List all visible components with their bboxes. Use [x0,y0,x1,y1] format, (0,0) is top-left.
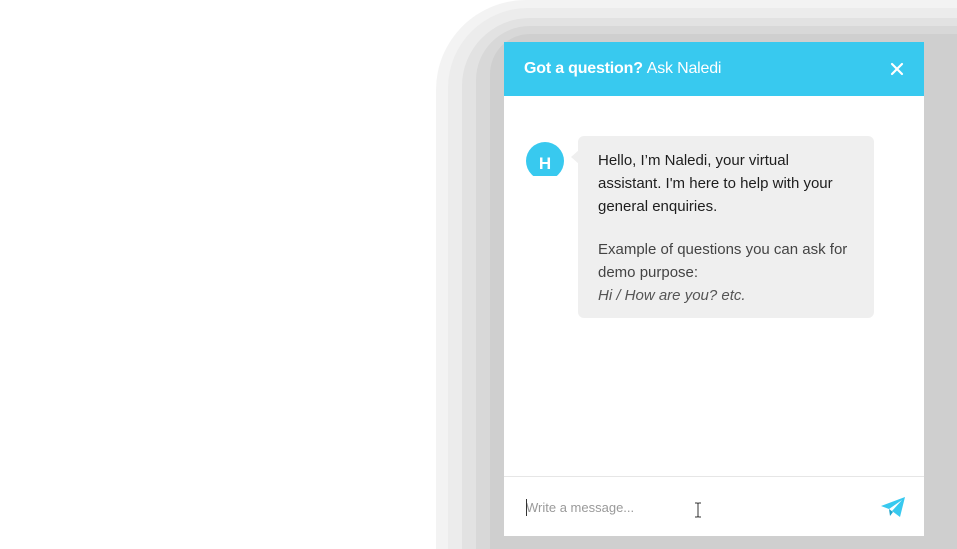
bubble-tail [571,150,579,164]
chat-widget: Got a question? Ask Naledi H Hello, I’m … [504,42,924,536]
examples-label: Example of questions you can ask for dem… [598,241,848,281]
bot-greeting: Hello, I’m Naledi, your virtual assistan… [598,152,833,215]
avatar-initial: H [526,142,564,176]
page: Got a question? Ask Naledi H Hello, I’m … [0,0,957,549]
chat-title: Got a question? [524,60,643,77]
examples-sample: Hi / How are you? etc. [598,287,746,304]
bot-examples: Example of questions you can ask for dem… [598,238,854,307]
chat-header: Got a question? Ask Naledi [504,42,924,96]
text-caret [526,499,527,516]
text-cursor-icon [695,502,701,518]
bot-message-bubble: Hello, I’m Naledi, your virtual assistan… [571,136,874,318]
message-composer [504,476,924,536]
send-button[interactable] [880,496,906,518]
message-input[interactable] [526,495,856,519]
close-button[interactable] [890,62,904,76]
close-icon [890,62,904,76]
paper-plane-icon [881,497,905,517]
chat-subtitle: Ask Naledi [646,60,722,77]
avatar: H [526,142,564,176]
